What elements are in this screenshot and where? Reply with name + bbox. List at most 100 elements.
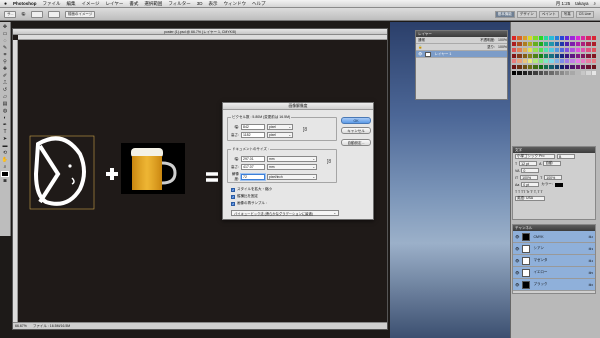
color-swatch[interactable] <box>512 59 517 64</box>
menubar-clock[interactable]: 月 1:25 <box>556 1 571 7</box>
color-swatch[interactable] <box>570 41 575 46</box>
resample-method-select[interactable]: バイキュービック法 (滑らかなグラデーションに最適) ⌄ <box>231 210 339 216</box>
pixel-height-unit-select[interactable]: pixel ⌄ <box>267 132 293 138</box>
channel-row[interactable]: 👁 シアン ⌘3 <box>513 243 595 255</box>
color-swatch[interactable] <box>586 41 591 46</box>
color-swatch[interactable] <box>512 71 517 76</box>
zoom-tool-icon[interactable]: ⌕ <box>1 164 9 170</box>
menu-layer[interactable]: レイヤー <box>105 1 123 7</box>
doc-height-input[interactable]: 417.07 <box>241 164 265 170</box>
crop-tool-icon[interactable]: ⌗ <box>1 52 9 58</box>
tracking-input[interactable]: 0 <box>521 168 540 173</box>
spotlight-icon[interactable]: ⌕ <box>593 1 596 7</box>
color-swatch[interactable] <box>522 41 527 46</box>
resample-checkbox[interactable]: ✓ 画像の再サンプル : <box>231 201 267 206</box>
color-swatch[interactable] <box>575 59 581 64</box>
color-swatch[interactable] <box>512 65 517 70</box>
color-swatch[interactable] <box>581 41 586 46</box>
color-swatch[interactable] <box>581 47 586 52</box>
color-swatch[interactable] <box>533 47 538 52</box>
dodge-tool-icon[interactable]: ◐ <box>1 115 9 121</box>
marquee-tool-icon[interactable]: ▭ <box>1 31 9 37</box>
color-swatch[interactable] <box>522 65 527 70</box>
color-swatch[interactable] <box>565 47 570 52</box>
checkbox-checked-icon[interactable]: ✓ <box>231 201 235 206</box>
eraser-tool-icon[interactable]: ▱ <box>1 94 9 100</box>
color-swatch[interactable] <box>570 36 575 40</box>
color-swatch[interactable] <box>591 59 596 64</box>
color-swatch[interactable] <box>565 59 570 64</box>
text-color-swatch[interactable] <box>554 182 563 187</box>
color-swatch[interactable] <box>522 59 527 64</box>
lasso-tool-icon[interactable]: ◌ <box>1 38 9 44</box>
color-swatch[interactable] <box>581 53 586 58</box>
font-family-select[interactable]: 小塚ゴシック Pro <box>515 154 555 159</box>
language-select[interactable]: 英語: USA <box>515 196 545 201</box>
pixel-width-input[interactable]: 842 <box>241 124 265 130</box>
color-swatch[interactable] <box>538 59 543 64</box>
color-swatch[interactable] <box>543 53 549 58</box>
color-swatch[interactable] <box>586 59 591 64</box>
font-size-input[interactable]: 12 pt <box>519 161 538 166</box>
color-swatch[interactable] <box>575 65 581 70</box>
color-swatch[interactable] <box>517 65 522 70</box>
color-swatch[interactable] <box>549 47 554 52</box>
color-swatch[interactable] <box>559 65 565 70</box>
color-swatch[interactable] <box>591 41 596 46</box>
menu-image[interactable]: イメージ <box>82 1 100 7</box>
pixel-height-input[interactable]: 1182 <box>241 132 265 138</box>
pen-tool-icon[interactable]: ✒ <box>1 122 9 128</box>
color-swatch[interactable] <box>512 36 517 40</box>
color-swatch[interactable] <box>581 36 586 40</box>
color-swatch[interactable] <box>517 36 522 40</box>
menu-window[interactable]: ウィンドウ <box>224 1 247 7</box>
color-swatch[interactable] <box>527 71 533 76</box>
color-swatch[interactable] <box>565 53 570 58</box>
menu-photoshop[interactable]: Photoshop <box>13 1 37 6</box>
color-swatch[interactable] <box>527 47 533 52</box>
color-swatch[interactable] <box>517 53 522 58</box>
color-swatch[interactable] <box>586 36 591 40</box>
eye-icon[interactable]: 👁 <box>515 235 519 239</box>
color-swatch[interactable] <box>522 47 527 52</box>
baseline-input[interactable]: 0 pt <box>521 182 540 187</box>
workspace-photo[interactable]: 写真 <box>560 10 574 18</box>
color-swatch[interactable] <box>559 36 565 40</box>
color-swatch[interactable] <box>517 71 522 76</box>
color-swatch[interactable] <box>570 53 575 58</box>
color-swatch[interactable] <box>533 41 538 46</box>
channel-row[interactable]: 👁 CMYK ⌘2 <box>513 231 595 243</box>
workspace-paint[interactable]: ペイント <box>538 10 559 18</box>
menu-select[interactable]: 選択範囲 <box>144 1 162 7</box>
workspace-essentials[interactable]: 基本機能 <box>494 10 515 18</box>
color-swatch[interactable] <box>512 41 517 46</box>
color-swatch[interactable] <box>575 47 581 52</box>
color-swatch[interactable] <box>538 36 543 40</box>
color-swatch[interactable] <box>533 36 538 40</box>
color-swatch[interactable] <box>586 65 591 70</box>
blend-mode-select[interactable]: 通常 <box>418 38 425 43</box>
color-swatch[interactable] <box>543 41 549 46</box>
color-swatch[interactable] <box>565 41 570 46</box>
menu-view[interactable]: 表示 <box>209 1 218 7</box>
eye-icon[interactable]: 👁 <box>515 283 519 287</box>
color-swatch[interactable] <box>543 65 549 70</box>
horizontal-ruler[interactable] <box>18 35 387 40</box>
color-swatch[interactable] <box>527 59 533 64</box>
doc-width-input[interactable]: 297.01 <box>241 156 265 162</box>
color-swatch[interactable] <box>575 36 581 40</box>
color-swatch[interactable] <box>538 71 543 76</box>
color-swatch[interactable] <box>527 65 533 70</box>
healing-tool-icon[interactable]: ✚ <box>1 66 9 72</box>
color-swatch[interactable] <box>554 71 559 76</box>
color-swatch[interactable] <box>549 71 554 76</box>
color-swatch[interactable] <box>522 36 527 40</box>
color-swatch[interactable] <box>565 65 570 70</box>
move-tool-icon[interactable]: ✥ <box>1 24 9 30</box>
color-swatch[interactable] <box>533 53 538 58</box>
history-brush-icon[interactable]: ↺ <box>1 87 9 93</box>
auto-button[interactable]: 自動設定... <box>341 139 371 146</box>
color-swatch[interactable] <box>549 41 554 46</box>
layer-row[interactable]: 👁 レイヤー 1 <box>416 51 507 58</box>
color-swatch[interactable] <box>538 41 543 46</box>
